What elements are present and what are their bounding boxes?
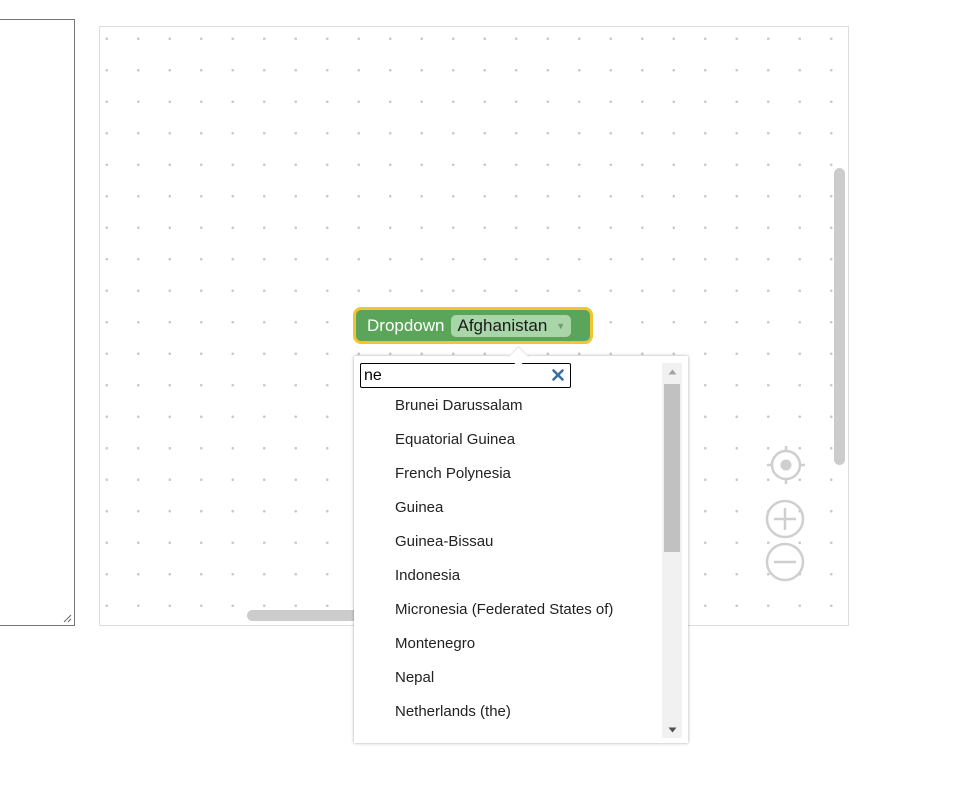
dropdown-option[interactable]: Indonesia	[354, 559, 660, 593]
workspace-vertical-scrollbar[interactable]	[834, 168, 845, 465]
dropdown-field[interactable]: Afghanistan ▼	[450, 314, 572, 337]
dropdown-option[interactable]: Guinea	[354, 491, 660, 525]
dropdown-menu: Brunei Darussalam Equatorial Guinea Fren…	[354, 356, 688, 743]
dropdown-block[interactable]: Dropdown Afghanistan ▼	[353, 307, 593, 344]
dropdown-field-value: Afghanistan	[457, 315, 548, 335]
target-icon[interactable]	[766, 445, 806, 485]
block-label: Dropdown	[367, 315, 445, 335]
dropdown-option[interactable]: Brunei Darussalam	[354, 389, 660, 423]
dropdown-option[interactable]: Equatorial Guinea	[354, 423, 660, 457]
resize-grip-icon[interactable]	[62, 613, 72, 623]
dropdown-option[interactable]: Nepal	[354, 661, 660, 695]
dropdown-option[interactable]: French Polynesia	[354, 457, 660, 491]
zoom-out-icon[interactable]	[765, 542, 805, 582]
dropdown-option[interactable]: Montenegro	[354, 627, 660, 661]
scroll-down-icon[interactable]	[662, 721, 682, 738]
dropdown-option[interactable]: Micronesia (Federated States of)	[354, 593, 660, 627]
triangle-down-icon: ▼	[556, 320, 566, 331]
dropdown-option[interactable]: Guinea-Bissau	[354, 525, 660, 559]
dropdown-option[interactable]: Netherlands (the)	[354, 695, 660, 729]
zoom-in-icon[interactable]	[765, 499, 805, 539]
search-box[interactable]	[360, 363, 571, 388]
dropdown-options-list: Brunei Darussalam Equatorial Guinea Fren…	[354, 389, 660, 729]
dropdown-scrollbar[interactable]	[662, 363, 682, 738]
code-textarea[interactable]	[0, 19, 75, 626]
close-icon[interactable]	[551, 368, 565, 382]
search-input[interactable]	[364, 366, 544, 385]
dropdown-scroll-thumb[interactable]	[664, 384, 680, 552]
scroll-up-icon[interactable]	[662, 363, 682, 380]
